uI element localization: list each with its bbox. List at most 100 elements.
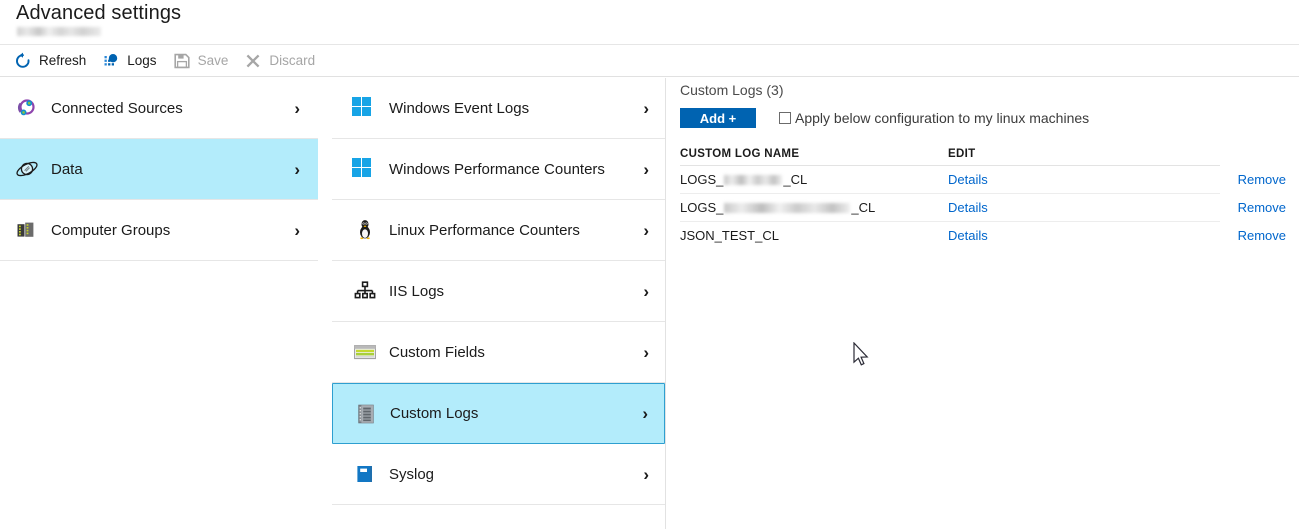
sidebar-item-label: Computer Groups	[51, 221, 171, 239]
data-type-windows-performance-counters[interactable]: Windows Performance Counters ›	[332, 139, 665, 200]
log-name-prefix: LOGS_	[680, 200, 724, 215]
log-name-suffix: _CL	[783, 172, 808, 187]
details-link[interactable]: Details	[948, 228, 988, 243]
data-type-custom-logs[interactable]: Custom Logs ›	[332, 383, 665, 444]
windows-logo-icon	[352, 156, 378, 182]
logs-icon	[102, 52, 120, 70]
redacted-subtitle	[17, 27, 101, 36]
checkbox-label: Apply below configuration to my linux ma…	[795, 110, 1090, 126]
apply-linux-checkbox[interactable]: Apply below configuration to my linux ma…	[779, 110, 1089, 126]
table-row: LOGS_ _CL Details Remove	[680, 165, 1286, 194]
linux-penguin-icon	[352, 217, 378, 243]
chevron-right-icon: ›	[643, 159, 649, 179]
settings-columns: Connected Sources › Data › Computer Grou…	[0, 78, 1299, 529]
log-name-suffix: _CL	[851, 200, 876, 215]
data-type-label: Windows Event Logs	[389, 99, 530, 117]
data-type-custom-fields[interactable]: Custom Fields ›	[332, 322, 665, 383]
cell-remove: Remove	[1220, 194, 1286, 222]
log-name-value: LOGS_ _CL	[680, 172, 807, 187]
chevron-right-icon: ›	[643, 464, 649, 484]
checkbox-box[interactable]	[779, 112, 791, 124]
custom-logs-icon	[353, 401, 379, 427]
panel-title: Custom Logs (3)	[680, 82, 784, 98]
custom-logs-table: CUSTOM LOG NAME EDIT LOGS_ _CL Details R…	[680, 142, 1286, 249]
redacted-log-name	[724, 202, 851, 213]
custom-logs-panel: Custom Logs (3) Add + Apply below config…	[666, 78, 1299, 529]
panel-actions: Add + Apply below configuration to my li…	[680, 108, 1089, 128]
details-link[interactable]: Details	[948, 172, 988, 187]
sidebar-item-connected-sources[interactable]: Connected Sources ›	[0, 78, 318, 139]
redacted-log-name	[724, 174, 783, 185]
cell-log-name: JSON_TEST_CL	[680, 222, 948, 250]
table-body: LOGS_ _CL Details Remove LOGS_ _CL Detai…	[680, 165, 1286, 250]
table-header-row: CUSTOM LOG NAME EDIT	[680, 142, 1286, 166]
table-row: LOGS_ _CL Details Remove	[680, 193, 1286, 222]
data-type-label: Windows Performance Counters	[389, 160, 605, 178]
chevron-right-icon: ›	[643, 220, 649, 240]
custom-fields-icon	[352, 339, 378, 365]
sidebar-item-computer-groups[interactable]: Computer Groups ›	[0, 200, 318, 261]
cell-edit: Details	[948, 222, 1220, 250]
page-header: Advanced settings	[0, 0, 1299, 44]
data-type-linux-performance-counters[interactable]: Linux Performance Counters ›	[332, 200, 665, 261]
hierarchy-icon	[352, 278, 378, 304]
syslog-book-icon	[352, 461, 378, 487]
table-row: JSON_TEST_CL Details Remove	[680, 222, 1286, 250]
sidebar-item-data[interactable]: Data ›	[0, 139, 318, 200]
column-header-remove	[1220, 142, 1286, 166]
connected-sources-icon	[14, 95, 40, 121]
save-icon	[173, 52, 191, 70]
column-header-edit: EDIT	[948, 142, 1220, 166]
discard-button[interactable]: Discard	[244, 45, 315, 77]
refresh-label: Refresh	[39, 53, 87, 68]
remove-link[interactable]: Remove	[1238, 228, 1286, 243]
chevron-right-icon: ›	[294, 159, 300, 179]
windows-logo-icon	[352, 95, 378, 121]
chevron-right-icon: ›	[294, 220, 300, 240]
details-link[interactable]: Details	[948, 200, 988, 215]
chevron-right-icon: ›	[643, 281, 649, 301]
cell-remove: Remove	[1220, 166, 1286, 194]
data-type-iis-logs[interactable]: IIS Logs ›	[332, 261, 665, 322]
cell-edit: Details	[948, 165, 1220, 194]
remove-link[interactable]: Remove	[1238, 172, 1286, 187]
sidebar-item-label: Data	[51, 160, 83, 178]
refresh-icon	[14, 52, 32, 70]
data-icon	[14, 156, 40, 182]
chevron-right-icon: ›	[643, 98, 649, 118]
chevron-right-icon: ›	[642, 404, 648, 423]
command-bar: Refresh Logs Save Discard	[0, 44, 1299, 77]
computer-groups-icon	[14, 217, 40, 243]
log-name-value: JSON_TEST_CL	[680, 228, 779, 243]
data-type-syslog[interactable]: Syslog ›	[332, 444, 665, 505]
log-name-prefix: JSON_TEST_CL	[680, 228, 779, 243]
data-type-windows-event-logs[interactable]: Windows Event Logs ›	[332, 78, 665, 139]
chevron-right-icon: ›	[643, 342, 649, 362]
data-type-label: Linux Performance Counters	[389, 221, 580, 239]
save-button[interactable]: Save	[173, 45, 229, 77]
log-name-prefix: LOGS_	[680, 172, 724, 187]
remove-link[interactable]: Remove	[1238, 200, 1286, 215]
data-type-list: Windows Event Logs › Windows Performance…	[332, 78, 665, 529]
settings-sidebar: Connected Sources › Data › Computer Grou…	[0, 78, 318, 529]
cell-remove: Remove	[1220, 222, 1286, 250]
cell-edit: Details	[948, 193, 1220, 222]
cell-log-name: LOGS_ _CL	[680, 165, 948, 194]
refresh-button[interactable]: Refresh	[14, 45, 86, 77]
data-type-label: Custom Logs	[390, 405, 479, 422]
chevron-right-icon: ›	[294, 98, 300, 118]
discard-icon	[244, 52, 262, 70]
save-label: Save	[197, 53, 229, 68]
log-name-value: LOGS_ _CL	[680, 200, 875, 215]
data-type-label: Syslog	[389, 465, 435, 483]
add-button[interactable]: Add +	[680, 108, 756, 128]
data-type-label: Custom Fields	[389, 343, 485, 361]
logs-button[interactable]: Logs	[102, 45, 157, 77]
page-title: Advanced settings	[16, 2, 182, 24]
column-header-custom-log-name: CUSTOM LOG NAME	[680, 142, 948, 166]
discard-label: Discard	[269, 53, 316, 68]
sidebar-item-label: Connected Sources	[51, 99, 183, 117]
logs-label: Logs	[127, 53, 157, 68]
cell-log-name: LOGS_ _CL	[680, 193, 948, 222]
data-type-label: IIS Logs	[389, 282, 445, 300]
